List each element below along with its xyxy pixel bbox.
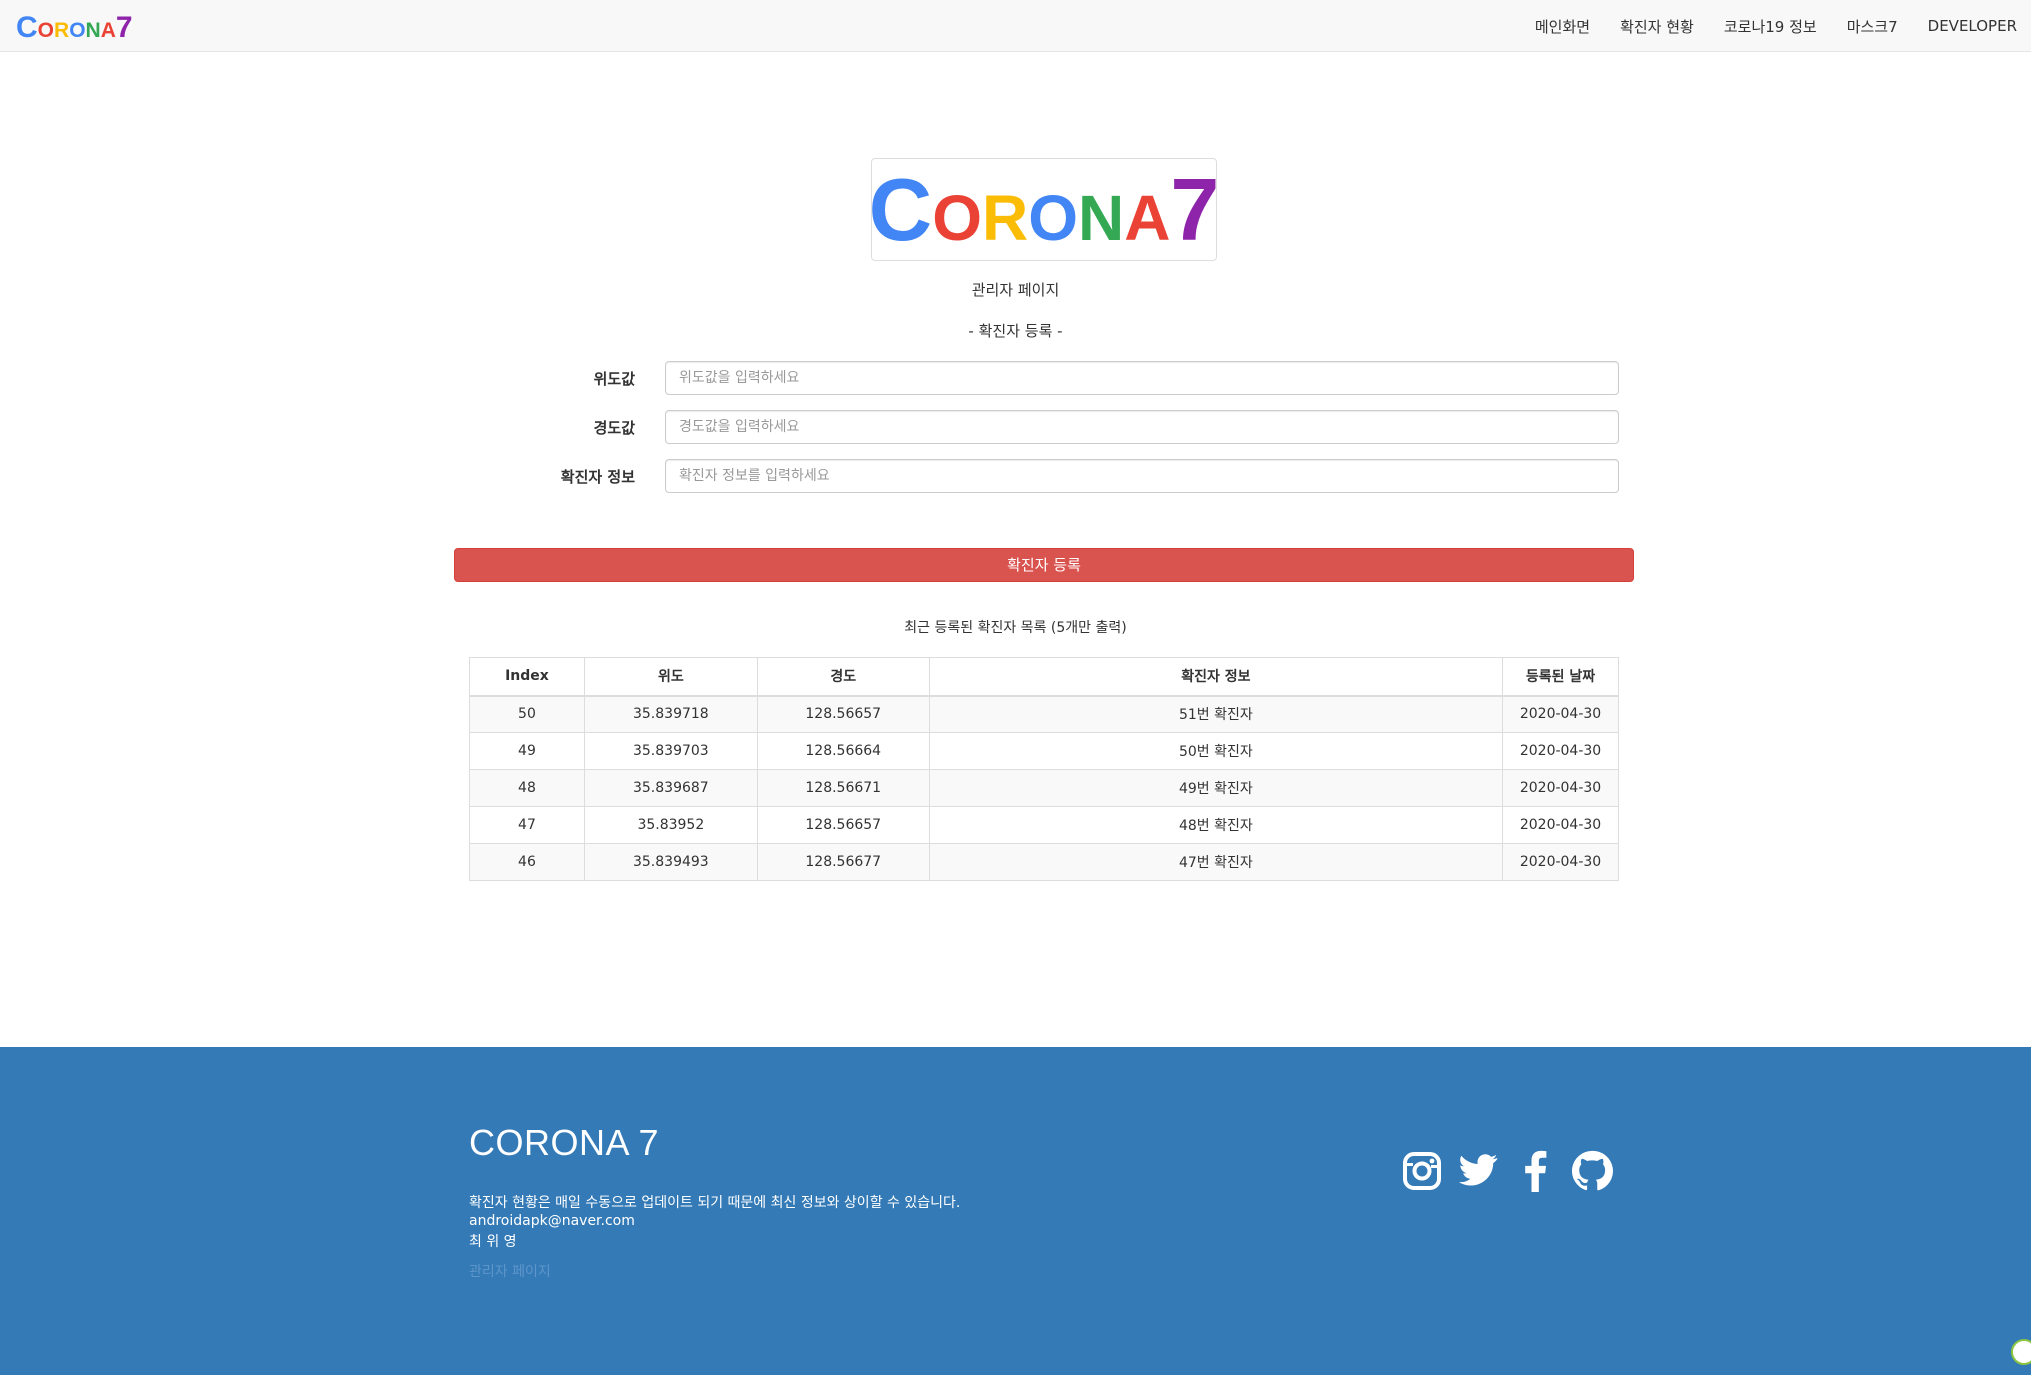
nav-item-covid-info[interactable]: 코로나19 정보 — [1724, 16, 1817, 37]
longitude-row: 경도값 — [470, 410, 1620, 444]
footer-notice: 확진자 현황은 매일 수동으로 업데이트 되기 때문에 최신 정보와 상이할 수… — [469, 1195, 961, 1211]
cell-index: 49 — [469, 732, 585, 770]
table-row: 47 35.83952 128.56657 48번 확진자 2020-04-30 — [469, 806, 1619, 844]
brand-logo[interactable]: CORONA7 — [16, 13, 133, 46]
cell-longitude: 128.56664 — [756, 732, 930, 770]
instagram-icon[interactable] — [1401, 1150, 1443, 1192]
latitude-row: 위도값 — [470, 361, 1620, 395]
logo-letter: 7 — [1170, 159, 1220, 259]
cell-latitude: 35.839687 — [583, 769, 758, 807]
brand-letters-orona: ORONA — [38, 19, 116, 42]
cell-info: 49번 확진자 — [928, 769, 1504, 807]
page-title: 관리자 페이지 — [971, 281, 1060, 299]
col-header-date: 등록된 날짜 — [1502, 657, 1619, 697]
cell-longitude: 128.56657 — [756, 806, 930, 844]
cell-latitude: 35.839718 — [583, 695, 758, 733]
github-icon[interactable] — [1571, 1150, 1613, 1192]
cell-date: 2020-04-30 — [1502, 695, 1619, 733]
footer-author: 최 위 영 — [469, 1234, 517, 1250]
table-row: 49 35.839703 128.56664 50번 확진자 2020-04-30 — [469, 732, 1619, 770]
cell-index: 48 — [469, 769, 585, 807]
cell-index: 47 — [469, 806, 585, 844]
info-label: 확진자 정보 — [560, 468, 635, 486]
brand-letter: N — [85, 19, 101, 42]
cell-index: 50 — [469, 695, 585, 733]
cell-date: 2020-04-30 — [1502, 769, 1619, 807]
twitter-icon[interactable] — [1457, 1150, 1499, 1192]
cell-info: 48번 확진자 — [928, 806, 1504, 844]
table-row: 46 35.839493 128.56677 47번 확진자 2020-04-30 — [469, 843, 1619, 881]
cell-date: 2020-04-30 — [1502, 843, 1619, 881]
latitude-input[interactable] — [665, 361, 1619, 395]
longitude-label: 경도값 — [593, 419, 635, 437]
cell-latitude: 35.83952 — [583, 806, 758, 844]
latitude-label: 위도값 — [593, 370, 635, 388]
admin-page-link[interactable]: 관리자 페이지 — [469, 1261, 551, 1281]
brand-letter-c: C — [16, 11, 38, 44]
cell-index: 46 — [469, 843, 585, 881]
brand-letter: O — [37, 19, 55, 42]
footer: CORONA 7 확진자 현황은 매일 수동으로 업데이트 되기 때문에 최신 … — [0, 1047, 2031, 1375]
recent-caption: 최근 등록된 확진자 목록 (5개만 출력) — [904, 620, 1127, 636]
nav-menu: 메인화면 확진자 현황 코로나19 정보 마스크7 DEVELOPER — [1505, 0, 2017, 52]
corona7-logo: CORONA7 — [869, 158, 1220, 261]
section-title: - 확진자 등록 - — [968, 322, 1063, 340]
logo-letter: R — [981, 181, 1029, 254]
logo-letter: N — [1077, 181, 1125, 254]
nav-item-main[interactable]: 메인화면 — [1535, 16, 1590, 37]
longitude-input[interactable] — [665, 410, 1619, 444]
patients-table: Index 위도 경도 확진자 정보 등록된 날짜 50 35.839718 128… — [469, 657, 1619, 881]
cell-date: 2020-04-30 — [1502, 806, 1619, 844]
cell-info: 50번 확진자 — [928, 732, 1504, 770]
table-row: 48 35.839687 128.56671 49번 확진자 2020-04-30 — [469, 769, 1619, 807]
cell-longitude: 128.56657 — [756, 695, 930, 733]
col-header-latitude: 위도 — [583, 657, 758, 697]
facebook-icon[interactable] — [1514, 1150, 1556, 1192]
cell-info: 51번 확진자 — [928, 695, 1504, 733]
logo-letter: C — [868, 159, 933, 259]
logo-letter: O — [1028, 181, 1078, 254]
brand-letter-7: 7 — [115, 11, 133, 44]
cell-longitude: 128.56677 — [756, 843, 930, 881]
cell-latitude: 35.839703 — [583, 732, 758, 770]
cell-latitude: 35.839493 — [583, 843, 758, 881]
col-header-longitude: 경도 — [756, 657, 930, 697]
cell-date: 2020-04-30 — [1502, 732, 1619, 770]
footer-email: androidapk@naver.com — [469, 1213, 635, 1229]
cell-longitude: 128.56671 — [756, 769, 930, 807]
brand-letter: A — [100, 19, 116, 42]
logo-letter: A — [1124, 181, 1171, 254]
logo-letter: O — [932, 181, 982, 254]
brand-letter: R — [54, 19, 70, 42]
table-header-row: Index 위도 경도 확진자 정보 등록된 날짜 — [469, 657, 1619, 697]
nav-item-status[interactable]: 확진자 현황 — [1620, 16, 1694, 37]
col-header-info: 확진자 정보 — [928, 657, 1504, 697]
col-header-index: Index — [469, 657, 585, 697]
logo-text: CORONA7 — [869, 165, 1220, 254]
register-button[interactable]: 확진자 등록 — [454, 548, 1634, 582]
table-row: 50 35.839718 128.56657 51번 확진자 2020-04-30 — [469, 695, 1619, 733]
nav-item-developer[interactable]: DEVELOPER — [1928, 17, 2017, 35]
nav-item-mask[interactable]: 마스크7 — [1847, 16, 1898, 37]
footer-title: CORONA 7 — [469, 1122, 660, 1163]
security-badge-icon — [2011, 1339, 2031, 1365]
navbar: CORONA7 메인화면 확진자 현황 코로나19 정보 마스크7 DEVELO… — [0, 0, 2031, 52]
cell-info: 47번 확진자 — [928, 843, 1504, 881]
info-input[interactable] — [665, 459, 1619, 493]
info-row: 확진자 정보 — [470, 459, 1620, 493]
brand-letter: O — [69, 19, 86, 42]
